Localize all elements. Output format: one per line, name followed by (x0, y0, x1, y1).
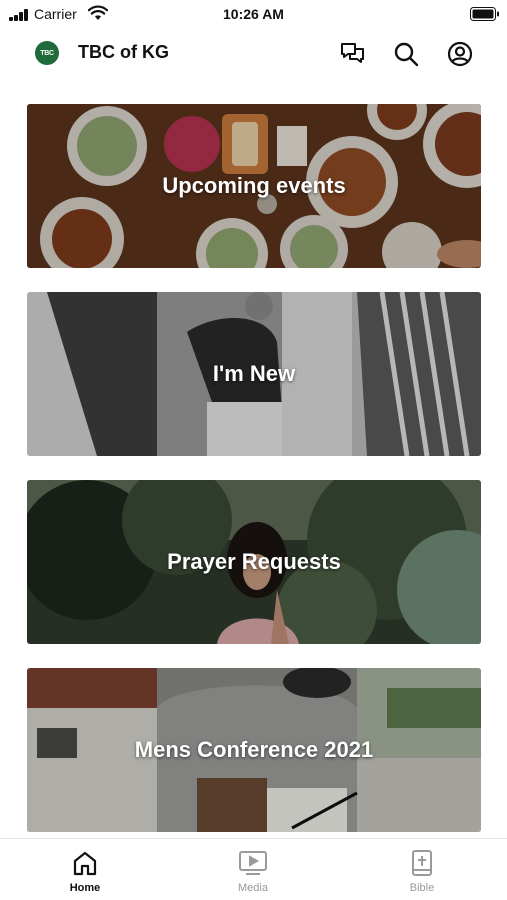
account-icon[interactable] (446, 40, 474, 68)
tab-label: Media (238, 882, 268, 894)
app-header: TBC TBC of KG (0, 30, 507, 78)
battery-icon (470, 7, 500, 21)
app-title: TBC of KG (78, 42, 169, 62)
bottom-tab-bar: Home Media Bible (0, 838, 507, 900)
search-icon[interactable] (392, 40, 420, 68)
status-bar: Carrier 10:26 AM (0, 0, 507, 30)
media-icon (198, 849, 308, 877)
tab-label: Home (69, 882, 101, 894)
chat-icon[interactable] (339, 40, 367, 68)
card-title: Prayer Requests (167, 549, 341, 574)
bible-icon (367, 849, 477, 877)
home-icon (30, 849, 140, 877)
tab-bible[interactable]: Bible (367, 849, 477, 894)
card-title: Mens Conference 2021 (134, 737, 374, 762)
card-title: Upcoming events (162, 173, 346, 198)
upcoming-events-card[interactable]: Upcoming events (27, 104, 481, 268)
prayer-requests-card[interactable]: Prayer Requests (27, 480, 481, 644)
tab-media[interactable]: Media (198, 849, 308, 894)
church-logo: TBC (35, 41, 59, 65)
im-new-card[interactable]: I'm New (27, 292, 481, 456)
mens-conference-card[interactable]: Mens Conference 2021 (27, 668, 481, 832)
tab-label: Bible (409, 882, 435, 894)
card-title: I'm New (212, 361, 296, 386)
tab-home[interactable]: Home (30, 849, 140, 894)
status-time: 10:26 AM (223, 6, 284, 22)
